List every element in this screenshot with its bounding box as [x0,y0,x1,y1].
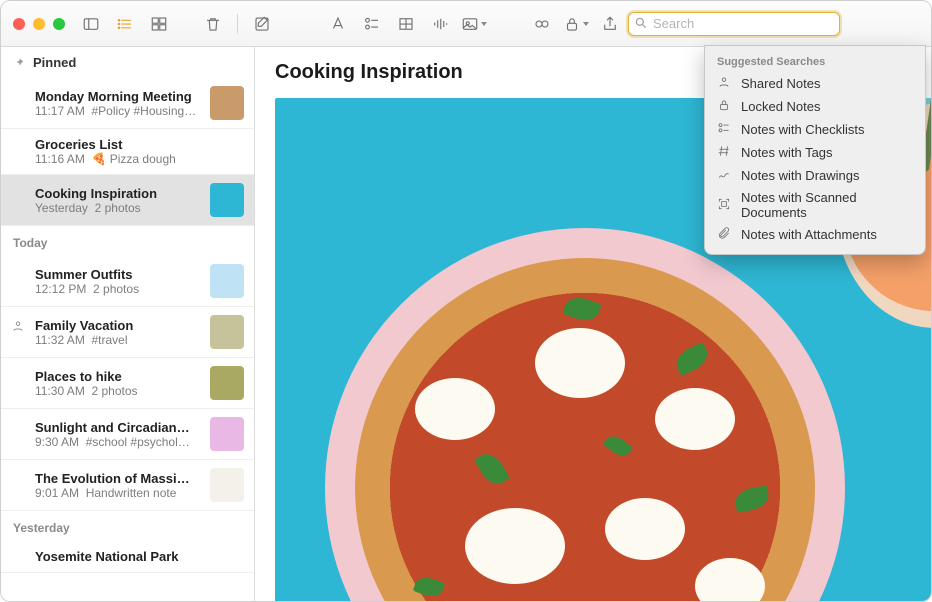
note-item-sub: 11:32 AM #travel [35,333,202,347]
note-list-item[interactable]: Places to hike 11:30 AM 2 photos [1,358,254,409]
note-thumb [210,264,244,298]
note-list-item[interactable]: Sunlight and Circadian… 9:30 AM #school … [1,409,254,460]
note-thumb [210,315,244,349]
note-item-sub: 12:12 PM 2 photos [35,282,202,296]
note-item-title: Places to hike [35,369,202,384]
chevron-down-icon [583,22,589,26]
search-field-wrap [628,12,840,36]
toggle-sidebar-button[interactable] [75,10,107,38]
checklist-button[interactable] [356,10,388,38]
suggested-label: Notes with Scanned Documents [741,190,913,220]
pin-icon [13,57,25,69]
note-list-item[interactable]: Summer Outfits 12:12 PM 2 photos [1,256,254,307]
tag-icon [717,144,731,161]
note-thumb [210,417,244,451]
pinned-header: Pinned [1,47,254,78]
note-thumb [210,366,244,400]
format-button[interactable] [322,10,354,38]
note-item-sub: 11:30 AM 2 photos [35,384,202,398]
shared-icon [11,319,25,336]
notes-window: Pinned Monday Morning Meeting 11:17 AM #… [0,0,932,602]
media-button[interactable] [458,10,490,38]
note-list-item[interactable]: Groceries List 11:16 AM 🍕 Pizza dough [1,129,254,175]
notes-sidebar[interactable]: Pinned Monday Morning Meeting 11:17 AM #… [1,47,255,601]
today-header: Today [1,226,254,256]
suggested-item-shared[interactable]: Shared Notes [705,72,925,95]
search-input[interactable] [628,12,840,36]
chevron-down-icon [481,22,487,26]
suggested-label: Notes with Attachments [741,227,877,242]
suggested-label: Notes with Tags [741,145,833,160]
note-list-item[interactable]: Yosemite National Park [1,541,254,573]
note-item-title: Family Vacation [35,318,202,333]
note-item-title: Monday Morning Meeting [35,89,202,104]
note-item-sub: 9:01 AM Handwritten note [35,486,202,500]
yesterday-header: Yesterday [1,511,254,541]
note-item-title: Cooking Inspiration [35,186,202,201]
attach-icon [717,226,731,243]
suggested-label: Notes with Drawings [741,168,860,183]
share-button[interactable] [594,10,626,38]
minimize-button[interactable] [33,18,45,30]
close-button[interactable] [13,18,25,30]
link-button[interactable] [526,10,558,38]
note-item-sub: 9:30 AM #school #psychol… [35,435,202,449]
maximize-button[interactable] [53,18,65,30]
note-item-title: The Evolution of Massi… [35,471,202,486]
note-list-item[interactable]: The Evolution of Massi… 9:01 AM Handwrit… [1,460,254,511]
table-button[interactable] [390,10,422,38]
suggested-item-attach[interactable]: Notes with Attachments [705,223,925,246]
note-item-title: Yosemite National Park [35,549,244,564]
suggested-item-drawing[interactable]: Notes with Drawings [705,164,925,187]
list-view-button[interactable] [109,10,141,38]
delete-button[interactable] [197,10,229,38]
lock-button[interactable] [560,10,592,38]
pinned-label: Pinned [33,55,76,70]
shared-icon [717,75,731,92]
titlebar [1,1,931,47]
note-item-title: Sunlight and Circadian… [35,420,202,435]
scan-icon [717,197,731,214]
note-list-item[interactable]: Monday Morning Meeting 11:17 AM #Policy … [1,78,254,129]
suggested-item-locked[interactable]: Locked Notes [705,95,925,118]
suggested-searches-popover: Suggested Searches Shared Notes Locked N… [704,45,926,255]
note-item-title: Groceries List [35,137,244,152]
note-list-item[interactable]: Cooking Inspiration Yesterday 2 photos [1,175,254,226]
checklist-icon [717,121,731,138]
suggested-label: Locked Notes [741,99,821,114]
suggested-header: Suggested Searches [705,52,925,72]
gallery-view-button[interactable] [143,10,175,38]
suggested-label: Shared Notes [741,76,821,91]
search-icon [634,16,648,33]
note-thumb [210,468,244,502]
separator [237,14,238,34]
note-list-item[interactable]: Family Vacation 11:32 AM #travel [1,307,254,358]
new-note-button[interactable] [246,10,278,38]
note-thumb [210,183,244,217]
window-controls [9,18,73,30]
note-thumb [210,86,244,120]
note-item-sub: 11:16 AM 🍕 Pizza dough [35,152,244,166]
suggested-item-checklist[interactable]: Notes with Checklists [705,118,925,141]
note-item-title: Summer Outfits [35,267,202,282]
locked-icon [717,98,731,115]
drawing-icon [717,167,731,184]
note-item-sub: 11:17 AM #Policy #Housing… [35,104,202,118]
suggested-label: Notes with Checklists [741,122,865,137]
note-item-sub: Yesterday 2 photos [35,201,202,215]
audio-button[interactable] [424,10,456,38]
suggested-item-tag[interactable]: Notes with Tags [705,141,925,164]
suggested-item-scan[interactable]: Notes with Scanned Documents [705,187,925,223]
